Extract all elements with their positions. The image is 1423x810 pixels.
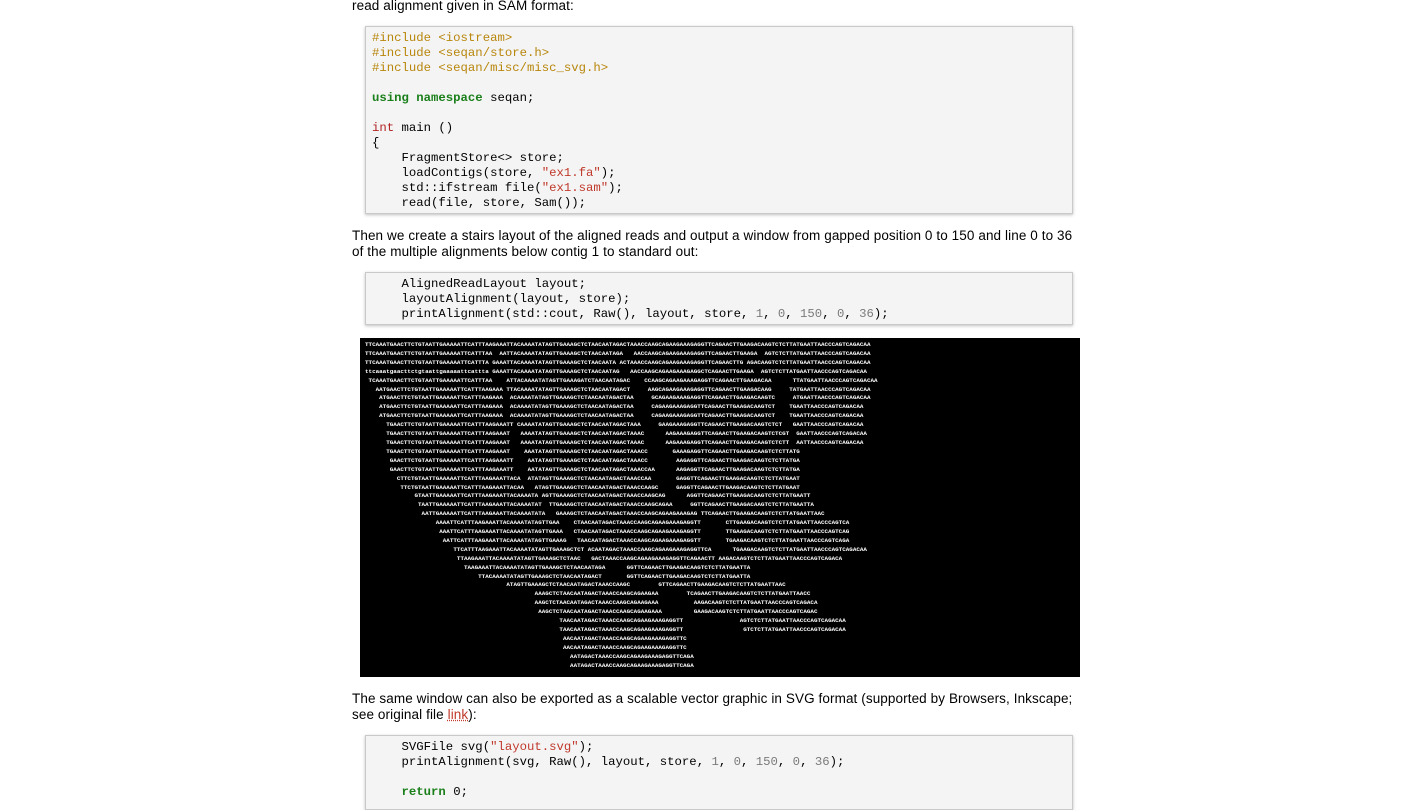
code-text: ); [600, 166, 616, 180]
code-text: std::ifstream file( [372, 181, 542, 195]
alignment-row: TTCAAATGAACTTCTGTAATTGAAAAATTCATTTA GAAA… [365, 358, 871, 366]
code-block-layout: AlignedReadLayout layout; layoutAlignmen… [365, 272, 1073, 325]
keyword: using namespace [372, 91, 483, 105]
string-literal: "ex1.sam" [541, 181, 609, 195]
alignment-row: ATGAACTTCTGTAATTGAAAAATTCATTTAAGAAA ACAA… [365, 412, 864, 420]
number-literal: 150 [800, 307, 823, 321]
code-text: , [777, 755, 793, 769]
number-literal: 1 [711, 755, 719, 769]
keyword: int [372, 121, 395, 135]
alignment-row: AAAGCTCTAACAATAGACTAAACCAAGCAGAAGAA TCAG… [365, 590, 811, 598]
alignment-row: AATAGACTAAACCAAGCAGAAGAAAGAGGTTCAGA [365, 652, 694, 660]
alignment-row: CTTCTGTAATTGAAAAATTCATTTAAGAAATTACA ATAT… [365, 474, 800, 482]
code-text: ); [608, 181, 623, 195]
alignment-row: TAACAATAGACTAAACCAAGCAGAAGAAAGAGGTT AGTC… [365, 617, 846, 625]
alignment-row: AAAATTCATTTAAGAAATTACAAAATATAGTTGAA CTAA… [365, 519, 850, 527]
code-text: layoutAlignment(layout, store); [372, 292, 631, 306]
alignment-row: TTCAAATGAACTTCTGTAATTGAAAAATTCATTTAA AAT… [365, 349, 871, 357]
original-file-link[interactable]: link [448, 707, 469, 722]
number-literal: 36 [859, 307, 874, 321]
layout-paragraph: Then we create a stairs layout of the al… [352, 228, 1073, 259]
code-text: , [741, 755, 756, 769]
code-text: , [800, 755, 815, 769]
number-literal: 0 [792, 755, 801, 769]
alignment-row: TCAAATGAACTTCTGTAATTGAAAAATTCATTTAA ATTA… [365, 376, 878, 384]
alignment-row: TGAACTTCTGTAATTGAAAAATTCATTTAAGAAAT AAAA… [365, 430, 867, 438]
number-literal: 36 [814, 755, 830, 769]
alignment-row: GAACTTCTGTAATTGAAAAATTCATTTAAGAAATT AATA… [365, 465, 800, 473]
alignment-row: AAGCTCTAACAATAGACTAAACCAAGCAGAAGAAA GAAG… [365, 608, 818, 616]
code-text: , [785, 307, 801, 321]
alignment-row: TAACAATAGACTAAACCAAGCAGAAGAAAGAGGTT GTCT… [365, 626, 846, 633]
code-text: SVGFile svg( [372, 740, 491, 754]
code-text: read(file, store, Sam()); [372, 196, 587, 210]
alignment-row: TAATTGAAAAATTCATTTAAGAAATTACAAAATAT TTGA… [365, 501, 814, 509]
alignment-row: AATTGAAAAATTCATTTAAGAAATTACAAAATATA GAAA… [365, 510, 825, 518]
string-literal: "ex1.fa" [541, 166, 601, 180]
code-text: main () [394, 121, 454, 135]
alignment-row: AACAATAGACTAAACCAAGCAGAAGAAAGAGGTTC [365, 634, 687, 642]
alignment-row: TTCTGTAATTGAAAAATTCATTTAAGAAATTACAA ATAG… [365, 483, 800, 491]
code-text: , [763, 307, 778, 321]
alignment-row: TTCATTTAAGAAATTACAAAATATAGTTGAAAGCTCT AC… [365, 545, 867, 553]
alignment-row: TGAACTTCTGTAATTGAAAAATTCATTTAAGAAAT AAAA… [365, 438, 864, 446]
alignment-row: ttcaaatgaacttctgtaattgaaaaattcattta GAAA… [365, 367, 867, 375]
alignment-row: TTACAAAATATAGTTGAAAGCTCTAACAATAGACT GGTT… [365, 572, 751, 580]
svg-paragraph: The same window can also be exported as … [352, 691, 1080, 723]
alignment-row: ATAGTTGAAAGCTCTAACAATAGACTAAACCAAGC GTTC… [365, 581, 786, 589]
alignment-row: AACAATAGACTAAACCAAGCAGAAGAAAGAGGTTC [365, 643, 687, 651]
code-text: printAlignment(svg, Raw(), layout, store… [372, 755, 712, 769]
intro-paragraph: read alignment given in SAM format: [352, 0, 574, 13]
alignment-row: AATTCATTTAAGAAATTACAAAATATAGTTGAAAG TAAC… [365, 536, 850, 544]
alignment-output-text: TTCAAATGAACTTCTGTAATTGAAAAATTCATTTAAGAAA… [365, 341, 1078, 671]
code-text: ); [578, 740, 594, 754]
code-text: , [718, 755, 734, 769]
code-block-svg: SVGFile svg("layout.svg"); printAlignmen… [365, 735, 1073, 810]
number-literal: 0 [733, 755, 741, 769]
alignment-row: ATGAACTTCTGTAATTGAAAAATTCATTTAAGAAA ACAA… [365, 394, 871, 402]
alignment-row: AATAGACTAAACCAAGCAGAAGAAAGAGGTTCAGA [365, 661, 694, 669]
include-directive: #include <seqan/misc/misc_svg.h> [372, 61, 609, 75]
code-block-load: #include <iostream> #include <seqan/stor… [365, 26, 1073, 214]
alignment-row: TTAAGAAATTACAAAATATAGTTGAAAGCTCTAAC GACT… [365, 554, 843, 562]
code-text: ); [873, 307, 889, 321]
alignment-row: TGAACTTCTGTAATTGAAAAATTCATTTAAGAAATT CAA… [365, 421, 864, 429]
code-text: ); [829, 755, 845, 769]
alignment-row: ATGAACTTCTGTAATTGAAAAATTCATTTAAGAAA ACAA… [365, 403, 864, 411]
include-directive: #include <seqan/store.h> [372, 46, 550, 60]
code-text: { [372, 136, 380, 150]
alignment-row: AAATTCATTTAAGAAATTACAAAATATAGTTGAAA CTAA… [365, 528, 850, 536]
alignment-output-terminal: TTCAAATGAACTTCTGTAATTGAAAAATTCATTTAAGAAA… [360, 338, 1080, 677]
alignment-row: TTCAAATGAACTTCTGTAATTGAAAAATTCATTTAAGAAA… [365, 341, 871, 348]
include-directive: #include <iostream> [372, 31, 513, 45]
code-text: , [822, 307, 837, 321]
alignment-row: TAAGAAATTACAAAATATAGTTGAAAGCTCTAACAATAGA… [365, 563, 751, 571]
code-text: AlignedReadLayout layout; [372, 277, 587, 291]
alignment-row: TGAACTTCTGTAATTGAAAAATTCATTTAAGAAAT AAAT… [365, 447, 800, 455]
number-literal: 150 [755, 755, 778, 769]
alignment-row: AAGCTCTAACAATAGACTAAACCAAGCAGAAGAAA AAGA… [365, 599, 818, 607]
alignment-row: GAACTTCTGTAATTGAAAAATTCATTTAAGAAATT AATA… [365, 456, 800, 464]
code-text: printAlignment(std::cout, Raw(), layout,… [372, 307, 756, 321]
code-text: , [844, 307, 860, 321]
string-literal: "layout.svg" [490, 740, 579, 754]
alignment-row: AATGAACTTCTGTAATTGAAAAATTCATTTAAGAAA TTA… [365, 385, 871, 393]
code-text: loadContigs(store, [372, 166, 542, 180]
paragraph-text: ): [468, 707, 477, 722]
code-text: FragmentStore<> store; [372, 151, 564, 165]
code-text: seqan; [482, 91, 535, 105]
alignment-row: GTAATTGAAAAATTCATTTAAGAAATTACAAAATA AGTT… [365, 492, 811, 500]
